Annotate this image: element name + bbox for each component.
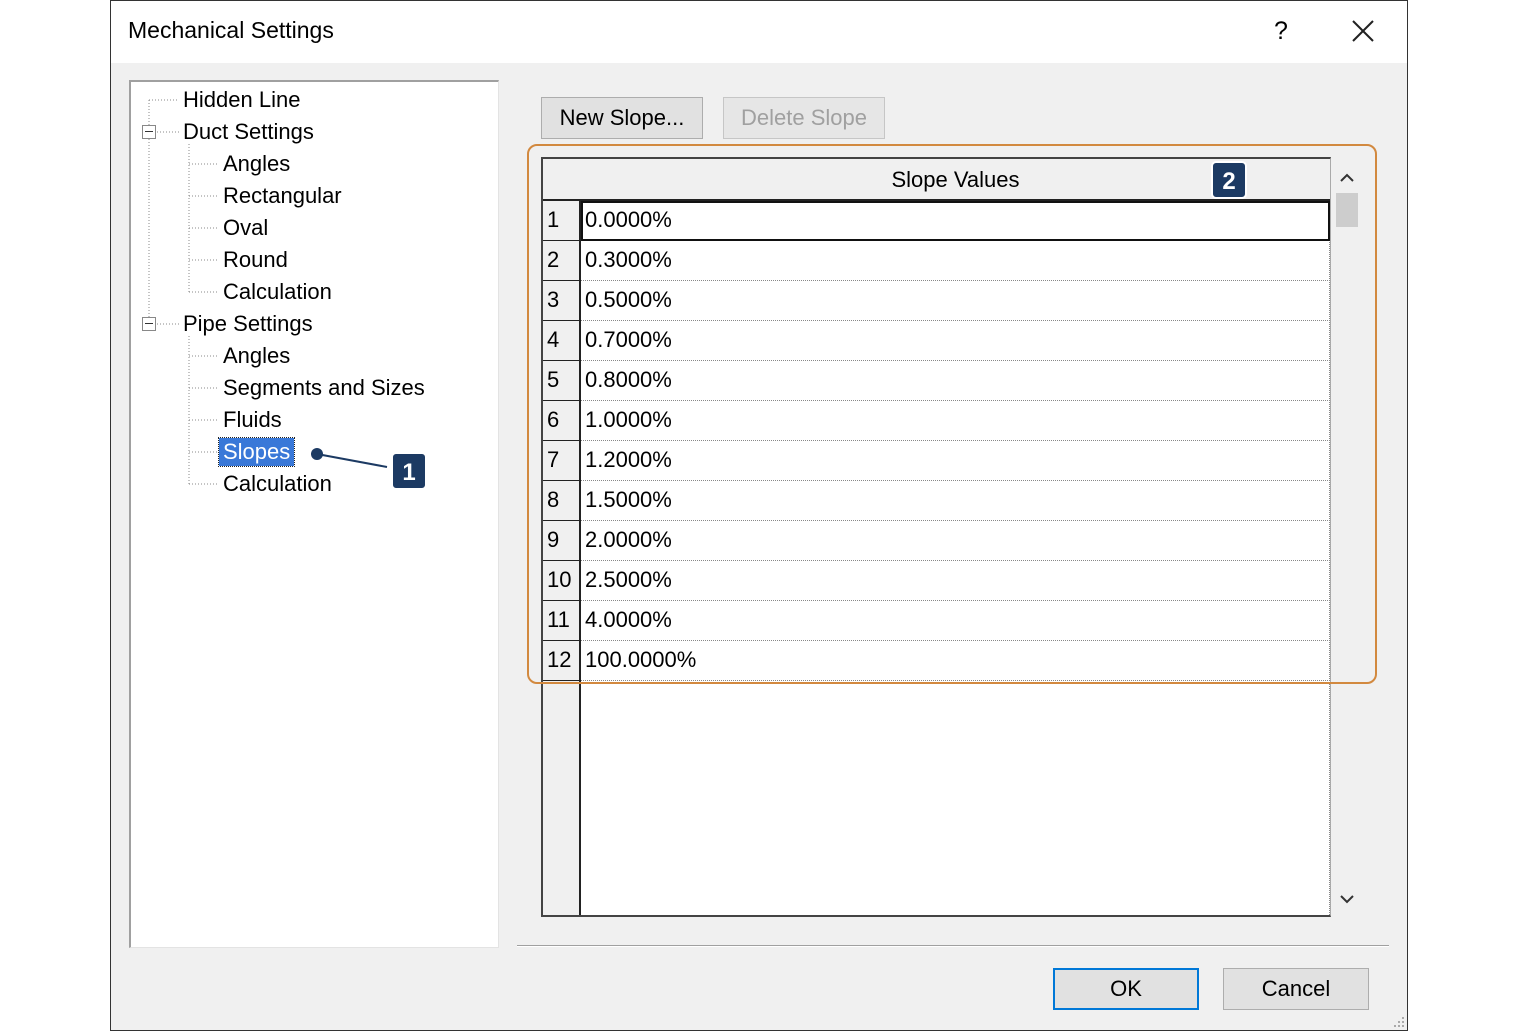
tree-item-pipe-segments-and-sizes[interactable]: Segments and Sizes: [219, 374, 429, 402]
help-button[interactable]: ?: [1261, 9, 1301, 53]
new-slope-button[interactable]: New Slope...: [541, 97, 703, 139]
ok-button[interactable]: OK: [1053, 968, 1199, 1010]
tree-item-duct-round[interactable]: Round: [219, 246, 292, 274]
tree-connector-lines: [148, 99, 219, 485]
resize-grip-icon[interactable]: [1391, 1014, 1405, 1028]
tree-item-duct-oval[interactable]: Oval: [219, 214, 272, 242]
mechanical-settings-dialog: Mechanical Settings ? Hidden Line Duct S…: [110, 0, 1408, 1031]
tree-item-duct-angles[interactable]: Angles: [219, 150, 294, 178]
title-bar: Mechanical Settings ?: [111, 1, 1407, 63]
pipe-settings-collapse-toggle[interactable]: [142, 317, 156, 331]
settings-tree: Hidden Line Duct Settings Angles Rectang…: [129, 80, 499, 948]
scroll-down-arrow[interactable]: [1331, 883, 1363, 917]
tree-item-pipe-settings[interactable]: Pipe Settings: [179, 310, 317, 338]
callout-badge-1: 1: [391, 452, 427, 490]
tree-item-hidden-line[interactable]: Hidden Line: [179, 86, 304, 114]
cancel-button[interactable]: Cancel: [1223, 968, 1369, 1010]
close-button[interactable]: [1341, 9, 1385, 53]
tree-item-pipe-angles[interactable]: Angles: [219, 342, 294, 370]
tree-item-duct-rectangular[interactable]: Rectangular: [219, 182, 346, 210]
close-icon: [1352, 20, 1374, 42]
tree-item-duct-calculation[interactable]: Calculation: [219, 278, 336, 306]
callout-badge-2: 2: [1211, 161, 1247, 199]
duct-settings-collapse-toggle[interactable]: [142, 125, 156, 139]
chevron-down-icon: [1340, 895, 1354, 904]
dialog-title: Mechanical Settings: [128, 17, 334, 43]
slope-values-highlight-box: [527, 144, 1377, 684]
footer-separator: [517, 945, 1389, 947]
delete-slope-button[interactable]: Delete Slope: [723, 97, 885, 139]
tree-item-duct-settings[interactable]: Duct Settings: [179, 118, 318, 146]
tree-item-pipe-slopes[interactable]: Slopes: [217, 437, 296, 467]
callout-1-leader-line: [311, 448, 388, 468]
tree-item-pipe-fluids[interactable]: Fluids: [219, 406, 286, 434]
